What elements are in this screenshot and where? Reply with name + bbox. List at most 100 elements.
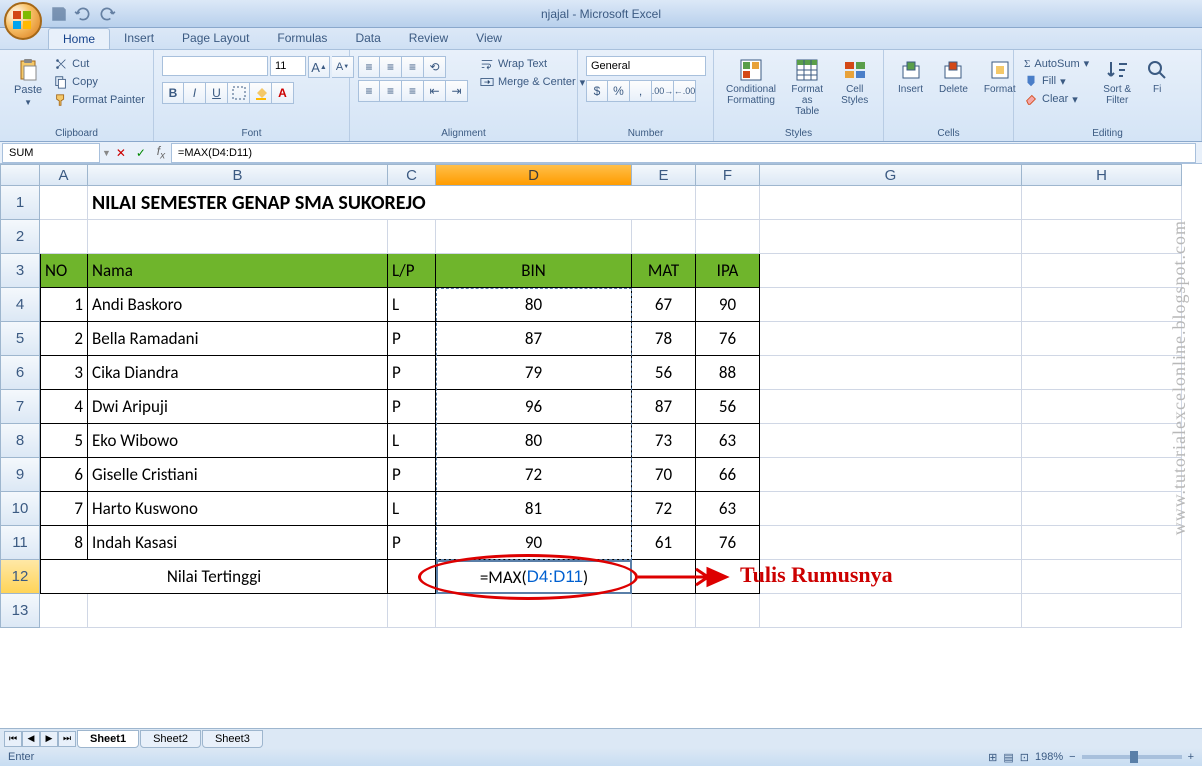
redo-icon[interactable] [98,5,116,23]
border-button[interactable] [228,82,250,104]
cell[interactable] [760,322,1022,356]
col-header[interactable]: G [760,164,1022,186]
zoom-level[interactable]: 198% [1035,751,1063,763]
cell[interactable] [436,594,632,628]
cell[interactable] [388,594,436,628]
sheet-tab-3[interactable]: Sheet3 [202,730,263,748]
cell[interactable]: 81 [436,492,632,526]
cell[interactable] [388,560,436,594]
cell[interactable] [760,594,1022,628]
cell[interactable] [760,186,1022,220]
cell[interactable] [1022,220,1182,254]
percent-button[interactable]: % [608,80,630,102]
tab-home[interactable]: Home [48,28,110,49]
sheet-nav-first[interactable]: ⏮ [4,731,22,747]
fill-color-button[interactable] [250,82,272,104]
office-button[interactable] [4,2,42,40]
cell[interactable] [760,424,1022,458]
cell[interactable]: 72 [632,492,696,526]
row-header[interactable]: 11 [0,526,40,560]
cell[interactable]: Dwi Aripuji [88,390,388,424]
cell[interactable]: 7 [40,492,88,526]
cancel-formula-button[interactable]: ✕ [111,143,131,163]
cell[interactable] [1022,390,1182,424]
cell[interactable] [1022,356,1182,390]
merge-center-button[interactable]: Merge & Center ▾ [478,74,587,90]
cell[interactable] [760,492,1022,526]
tab-insert[interactable]: Insert [110,28,168,49]
conditional-formatting-button[interactable]: Conditional Formatting [722,56,780,108]
format-painter-button[interactable]: Format Painter [52,92,147,108]
enter-formula-button[interactable]: ✓ [131,143,151,163]
align-right-button[interactable]: ≡ [402,80,424,102]
col-header[interactable]: H [1022,164,1182,186]
delete-cells-button[interactable]: Delete [933,56,974,97]
cell[interactable] [696,186,760,220]
cell[interactable]: 76 [696,526,760,560]
sheet-tab-1[interactable]: Sheet1 [77,730,139,748]
cell[interactable]: 5 [40,424,88,458]
cell[interactable]: P [388,356,436,390]
cell[interactable] [88,220,388,254]
cell[interactable]: Eko Wibowo [88,424,388,458]
cell[interactable]: 73 [632,424,696,458]
align-bottom-button[interactable]: ≡ [402,56,424,78]
cell[interactable] [760,390,1022,424]
cell[interactable] [388,220,436,254]
currency-button[interactable]: $ [586,80,608,102]
cell[interactable]: 90 [436,526,632,560]
cell[interactable]: 61 [632,526,696,560]
sheet-tab-2[interactable]: Sheet2 [140,730,201,748]
cell[interactable] [40,594,88,628]
number-format-select[interactable] [586,56,706,76]
insert-cells-button[interactable]: Insert [892,56,929,97]
row-header[interactable]: 13 [0,594,40,628]
cell-styles-button[interactable]: Cell Styles [834,56,875,108]
cell-footer-label[interactable]: Nilai Tertinggi [40,560,388,594]
cell[interactable]: Giselle Cristiani [88,458,388,492]
cell[interactable] [1022,458,1182,492]
font-name-select[interactable] [162,56,268,76]
cell[interactable] [1022,254,1182,288]
sheet-nav-next[interactable]: ▶ [40,731,58,747]
cell[interactable]: Bella Ramadani [88,322,388,356]
cell[interactable]: 88 [696,356,760,390]
save-icon[interactable] [50,5,68,23]
cell[interactable]: 96 [436,390,632,424]
cell[interactable] [1022,492,1182,526]
cell-active-formula[interactable]: =MAX(D4:D11) [436,560,632,594]
fx-button[interactable]: fx [151,143,171,163]
cell[interactable] [760,458,1022,492]
cell[interactable] [632,560,696,594]
cell[interactable]: 4 [40,390,88,424]
cell-header-no[interactable]: NO [40,254,88,288]
cell[interactable]: L [388,424,436,458]
bold-button[interactable]: B [162,82,184,104]
cell[interactable] [632,594,696,628]
col-header[interactable]: B [88,164,388,186]
select-all-corner[interactable] [0,164,40,186]
cell[interactable]: L [388,288,436,322]
row-header[interactable]: 2 [0,220,40,254]
cell[interactable]: 90 [696,288,760,322]
font-color-button[interactable]: A [272,82,294,104]
cell[interactable]: 3 [40,356,88,390]
cell[interactable]: 56 [696,390,760,424]
copy-button[interactable]: Copy [52,74,147,90]
find-button[interactable]: Fi [1143,56,1171,97]
cut-button[interactable]: Cut [52,56,147,72]
col-header[interactable]: D [436,164,632,186]
row-header[interactable]: 5 [0,322,40,356]
autosum-button[interactable]: Σ AutoSum ▾ [1022,56,1091,71]
underline-button[interactable]: U [206,82,228,104]
col-header[interactable]: C [388,164,436,186]
cell-header-bin[interactable]: BIN [436,254,632,288]
cell[interactable] [40,220,88,254]
cell[interactable] [1022,322,1182,356]
align-top-button[interactable]: ≡ [358,56,380,78]
cell[interactable] [436,220,632,254]
orientation-button[interactable]: ⟲ [424,56,446,78]
sheet-nav-prev[interactable]: ◀ [22,731,40,747]
tab-view[interactable]: View [462,28,516,49]
row-header[interactable]: 6 [0,356,40,390]
